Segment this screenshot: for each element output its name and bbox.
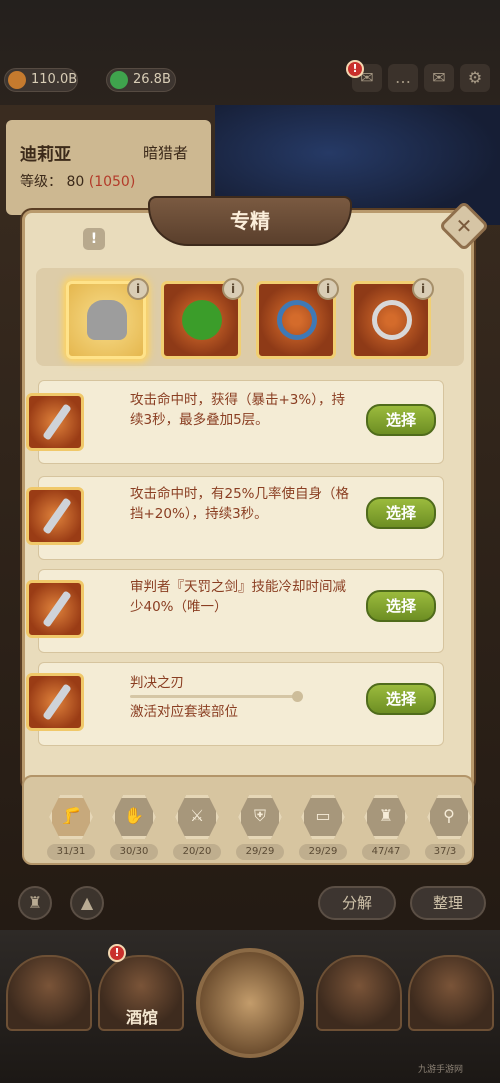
gold-coin-icon xyxy=(8,71,26,89)
dagger-blade xyxy=(42,403,72,441)
category-count: 47/47 xyxy=(362,844,410,860)
chat-icon[interactable]: … xyxy=(388,64,418,92)
knife-icon xyxy=(26,487,84,545)
shield-icon: ⛨ xyxy=(253,806,266,825)
level-value: 80 xyxy=(66,174,85,190)
nav-house[interactable] xyxy=(6,955,92,1031)
level-extra: (1050) xyxy=(88,174,136,190)
option-progress-handle xyxy=(292,691,303,702)
dagger-icon xyxy=(26,393,84,451)
book-icon: ▭ xyxy=(315,806,331,825)
select-button[interactable]: 选择 xyxy=(366,683,436,715)
option-text: 审判者『天罚之剑』技能冷却时间减少40%（唯一） xyxy=(130,579,346,615)
hero-class: 暗猎者 xyxy=(143,144,189,162)
level-label: 等级： xyxy=(20,174,62,190)
mail-alert-badge: ! xyxy=(346,60,364,78)
option-subtext: 激活对应套装部位 xyxy=(130,704,238,720)
select-button[interactable]: 选择 xyxy=(366,590,436,622)
silver-ring-icon xyxy=(372,300,412,340)
sword-blade xyxy=(42,590,72,628)
green-gem-icon xyxy=(110,71,128,89)
slot-potion[interactable]: i xyxy=(161,278,244,359)
category-count: 29/29 xyxy=(236,844,284,860)
option-title: 判决之刃 xyxy=(130,675,184,691)
mail-icon[interactable]: ✉ xyxy=(424,64,454,92)
blue-ring-icon xyxy=(277,300,317,340)
slot-info-badge[interactable]: i xyxy=(222,278,244,300)
slot-blue-ring[interactable]: i xyxy=(256,278,339,359)
info-button[interactable]: ! xyxy=(83,228,105,250)
sword-icon xyxy=(26,580,84,638)
hero-name: 迪莉亚 xyxy=(20,145,71,165)
gold-resource: 110.0B xyxy=(4,68,78,92)
modal-title: 专精 xyxy=(148,196,352,246)
option-text: 攻击命中时，有25%几率使自身（格挡+20%），持续3秒。 xyxy=(130,486,350,522)
tavern-alert-badge: ! xyxy=(108,944,126,962)
category-count: 29/29 xyxy=(299,844,347,860)
glove-icon: ✋ xyxy=(124,806,144,825)
knife-blade xyxy=(42,497,72,535)
gear-icon[interactable]: ⚙ xyxy=(460,64,490,92)
crossed-blades-blade xyxy=(42,683,72,721)
nav-adventure[interactable] xyxy=(196,948,304,1058)
select-button[interactable]: 选择 xyxy=(366,497,436,529)
armor-filter-button[interactable]: ♜ xyxy=(18,886,52,920)
slot-info-badge[interactable]: i xyxy=(127,278,149,300)
gem-resource: 26.8B xyxy=(106,68,176,92)
option-progress-track xyxy=(130,695,300,698)
mountain-filter-button[interactable]: ▲ xyxy=(70,886,104,920)
leg-icon: 🦵 xyxy=(61,806,81,825)
gem-amount: 26.8B xyxy=(133,72,171,87)
nav-shop[interactable] xyxy=(316,955,402,1031)
select-button[interactable]: 选择 xyxy=(366,404,436,436)
nav-tavern-label: 酒馆 xyxy=(125,1008,158,1027)
slot-info-badge[interactable]: i xyxy=(412,278,434,300)
crossed-blades-icon xyxy=(26,673,84,731)
watermark: 九游手游网 xyxy=(418,1065,464,1075)
nav-forge[interactable] xyxy=(408,955,494,1031)
slot-helmet[interactable]: i xyxy=(66,278,149,359)
category-count: 20/20 xyxy=(173,844,221,860)
close-icon: ✕ xyxy=(455,214,473,238)
gold-amount: 110.0B xyxy=(31,72,78,87)
category-count: 31/31 xyxy=(47,844,95,860)
armor-icon: ♜ xyxy=(378,806,394,825)
category-count: 30/30 xyxy=(110,844,158,860)
sword-icon: ⚔ xyxy=(189,806,205,825)
magnifier-icon: ⚲ xyxy=(443,806,455,825)
slot-info-badge[interactable]: i xyxy=(317,278,339,300)
green-potion-icon xyxy=(182,300,222,340)
hero-level: 等级： 80 (1050) xyxy=(20,171,135,191)
category-count: 37/3 xyxy=(425,844,465,860)
helmet-icon xyxy=(87,300,127,340)
sort-button[interactable]: 整理 xyxy=(410,886,486,920)
decompose-button[interactable]: 分解 xyxy=(318,886,396,920)
option-text: 攻击命中时，获得（暴击+3%），持续3秒，最多叠加5层。 xyxy=(130,392,345,428)
slot-silver-ring[interactable]: i xyxy=(351,278,434,359)
